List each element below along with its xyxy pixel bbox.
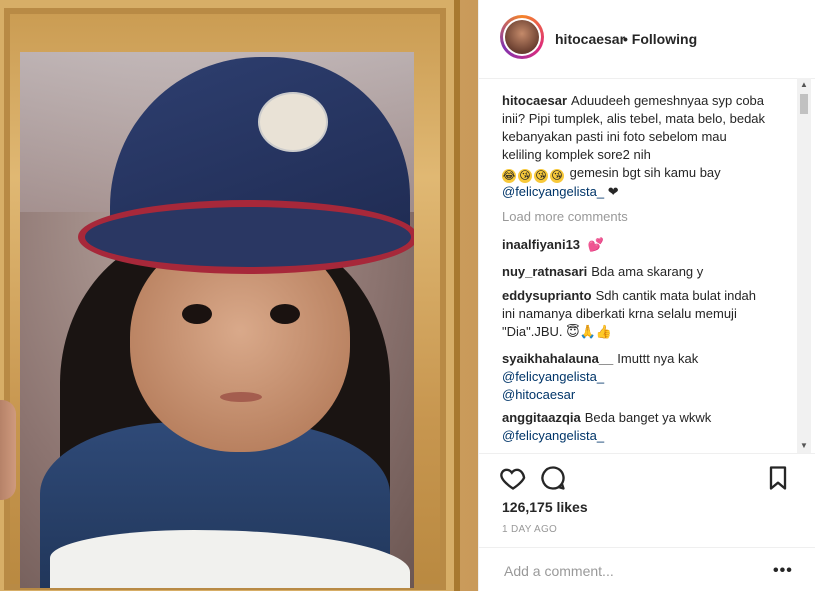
follow-status-label: Following xyxy=(631,31,698,47)
comment: nuy_ratnasari Bda ama skarang y xyxy=(502,263,770,281)
comment-mention[interactable]: @felicyangelista_ xyxy=(502,428,604,443)
caption: hitocaesar Aduudeeh gemeshnyaa syp coba i… xyxy=(502,92,770,201)
kiss-emoji: 😘 xyxy=(550,169,564,183)
post-sidebar: hitocaesar • Following hitocaesar Aduudee… xyxy=(478,0,815,591)
photo-eye-left xyxy=(182,304,212,324)
avatar-image xyxy=(505,20,539,54)
comment-username[interactable]: nuy_ratnasari xyxy=(502,264,587,279)
comment: syaikhahalauna__ Imuttt nya kak @felicyan… xyxy=(502,350,770,404)
more-options-icon[interactable]: ••• xyxy=(773,562,793,580)
bookmark-icon[interactable] xyxy=(764,464,792,492)
comment-username[interactable]: inaalfiyani13 xyxy=(502,237,580,252)
heart-emoji: ❤ xyxy=(607,184,619,199)
photo-hat-patch xyxy=(258,92,328,152)
instagram-post: hitocaesar • Following hitocaesar Aduudee… xyxy=(0,0,815,591)
comment-emoji: 💕 xyxy=(587,237,604,252)
comment: anggitaazqia Beda banget ya wkwk @felicya… xyxy=(502,409,770,445)
caption-mention[interactable]: @felicyangelista_ xyxy=(502,184,604,199)
comment-mention[interactable]: @felicyangelista_ xyxy=(502,369,604,384)
avatar-ring xyxy=(503,18,541,56)
scroll-down-icon[interactable]: ▼ xyxy=(797,439,811,453)
post-header: hitocaesar • Following xyxy=(479,0,815,79)
heart-icon[interactable] xyxy=(499,464,527,492)
comment-text: Bda ama skarang y xyxy=(591,264,704,279)
likes-count[interactable]: 126,175 likes xyxy=(502,499,588,515)
header-username[interactable]: hitocaesar xyxy=(555,31,625,47)
photo-hat-brim xyxy=(78,200,414,274)
post-time[interactable]: 1 DAY AGO xyxy=(502,524,557,535)
photo-eye-right xyxy=(270,304,300,324)
comment-username[interactable]: syaikhahalauna__ xyxy=(502,351,613,366)
comment-icon[interactable] xyxy=(539,464,567,492)
photo-mouth xyxy=(220,392,262,402)
comment-username[interactable]: anggitaazqia xyxy=(502,410,581,425)
header-separator: • xyxy=(623,31,628,47)
post-photo[interactable] xyxy=(0,0,478,591)
post-actions xyxy=(479,453,815,494)
scrollbar-thumb[interactable] xyxy=(800,94,808,114)
scroll-up-icon[interactable]: ▲ xyxy=(797,78,811,92)
comments-area[interactable]: hitocaesar Aduudeeh gemeshnyaa syp coba i… xyxy=(479,78,815,453)
comment-text: Beda banget ya wkwk xyxy=(584,410,712,425)
comment: inaalfiyani13 💕 xyxy=(502,236,770,254)
follow-status[interactable]: • Following xyxy=(623,31,697,47)
avatar[interactable] xyxy=(500,15,544,59)
comment-text: Imuttt nya kak xyxy=(617,351,699,366)
comments-scrollbar[interactable]: ▲ ▼ xyxy=(797,78,811,453)
framed-picture xyxy=(20,52,414,588)
kiss-emoji: 😘 xyxy=(518,169,532,183)
comment-username[interactable]: eddysuprianto xyxy=(502,288,592,303)
caption-text-2: gemesin bgt sih kamu bay xyxy=(569,165,721,180)
comment-emoji: 😇🙏👍 xyxy=(566,324,613,339)
photo-thumb xyxy=(0,400,16,500)
add-comment-bar: ••• xyxy=(479,547,815,592)
add-comment-input[interactable] xyxy=(502,562,756,580)
comment: eddysuprianto Sdh cantik mata bulat indah… xyxy=(502,287,770,341)
kiss-emoji: 😘 xyxy=(534,169,548,183)
comment-mention[interactable]: @hitocaesar xyxy=(502,387,575,402)
joy-emoji: 😂 xyxy=(502,169,516,183)
caption-username[interactable]: hitocaesar xyxy=(502,93,567,108)
load-more-comments[interactable]: Load more comments xyxy=(502,209,628,224)
